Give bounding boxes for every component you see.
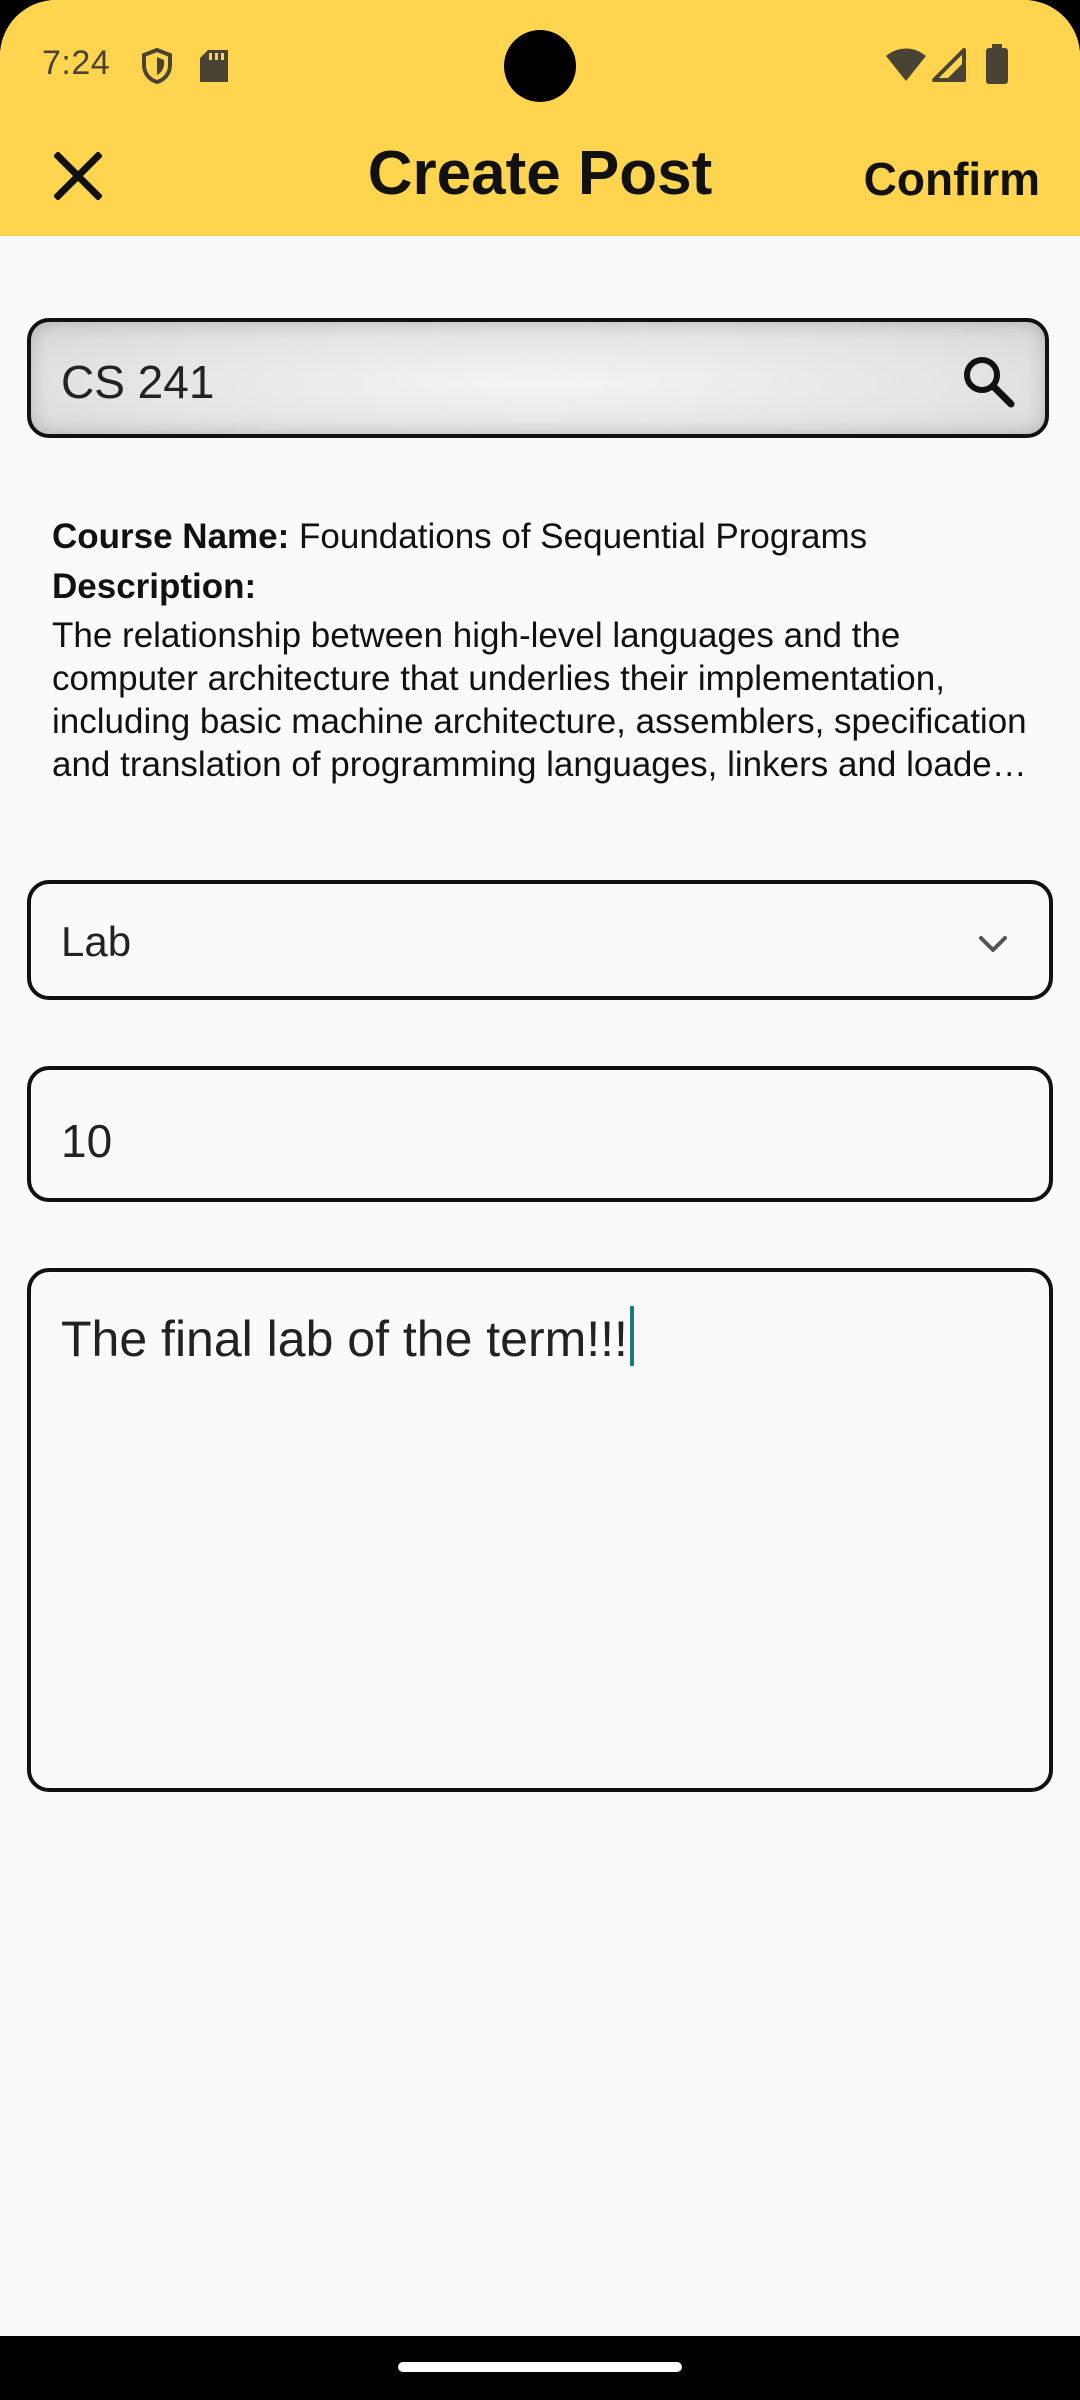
- post-body-text: The final lab of the term!!!: [61, 1306, 634, 1368]
- course-search-field[interactable]: CS 241: [27, 318, 1049, 438]
- battery-icon: [986, 44, 1008, 84]
- course-name-row: Course Name: Foundations of Sequential P…: [52, 512, 1032, 562]
- post-type-selected: Lab: [61, 918, 132, 965]
- app-screen: 7:24 Create Post Confirm CS 241 Course N…: [0, 0, 1080, 2336]
- confirm-button[interactable]: Confirm: [864, 152, 1040, 206]
- camera-cutout: [504, 30, 576, 102]
- course-name-label: Course Name:: [52, 517, 290, 556]
- signal-icon: [932, 48, 966, 82]
- app-bar: 7:24 Create Post Confirm: [0, 0, 1080, 236]
- chevron-down-icon: [979, 936, 1007, 952]
- text-caret: [629, 1306, 634, 1366]
- shield-icon: [142, 48, 172, 84]
- course-info: Course Name: Foundations of Sequential P…: [52, 512, 1032, 786]
- number-input[interactable]: 10: [27, 1066, 1053, 1202]
- number-input-value: 10: [61, 1115, 113, 1167]
- course-search-value: CS 241: [61, 356, 215, 408]
- course-name-value: Foundations of Sequential Programs: [289, 517, 868, 556]
- home-indicator[interactable]: [398, 2362, 682, 2372]
- description-label: Description:: [52, 567, 257, 606]
- course-description: The relationship between high-level lang…: [52, 616, 1031, 784]
- wifi-icon: [886, 48, 926, 81]
- post-type-dropdown[interactable]: Lab: [27, 880, 1053, 1000]
- search-icon[interactable]: [961, 354, 1015, 408]
- status-time: 7:24: [42, 44, 111, 82]
- post-body-textarea[interactable]: The final lab of the term!!!: [27, 1268, 1053, 1792]
- sd-card-icon: [200, 50, 228, 82]
